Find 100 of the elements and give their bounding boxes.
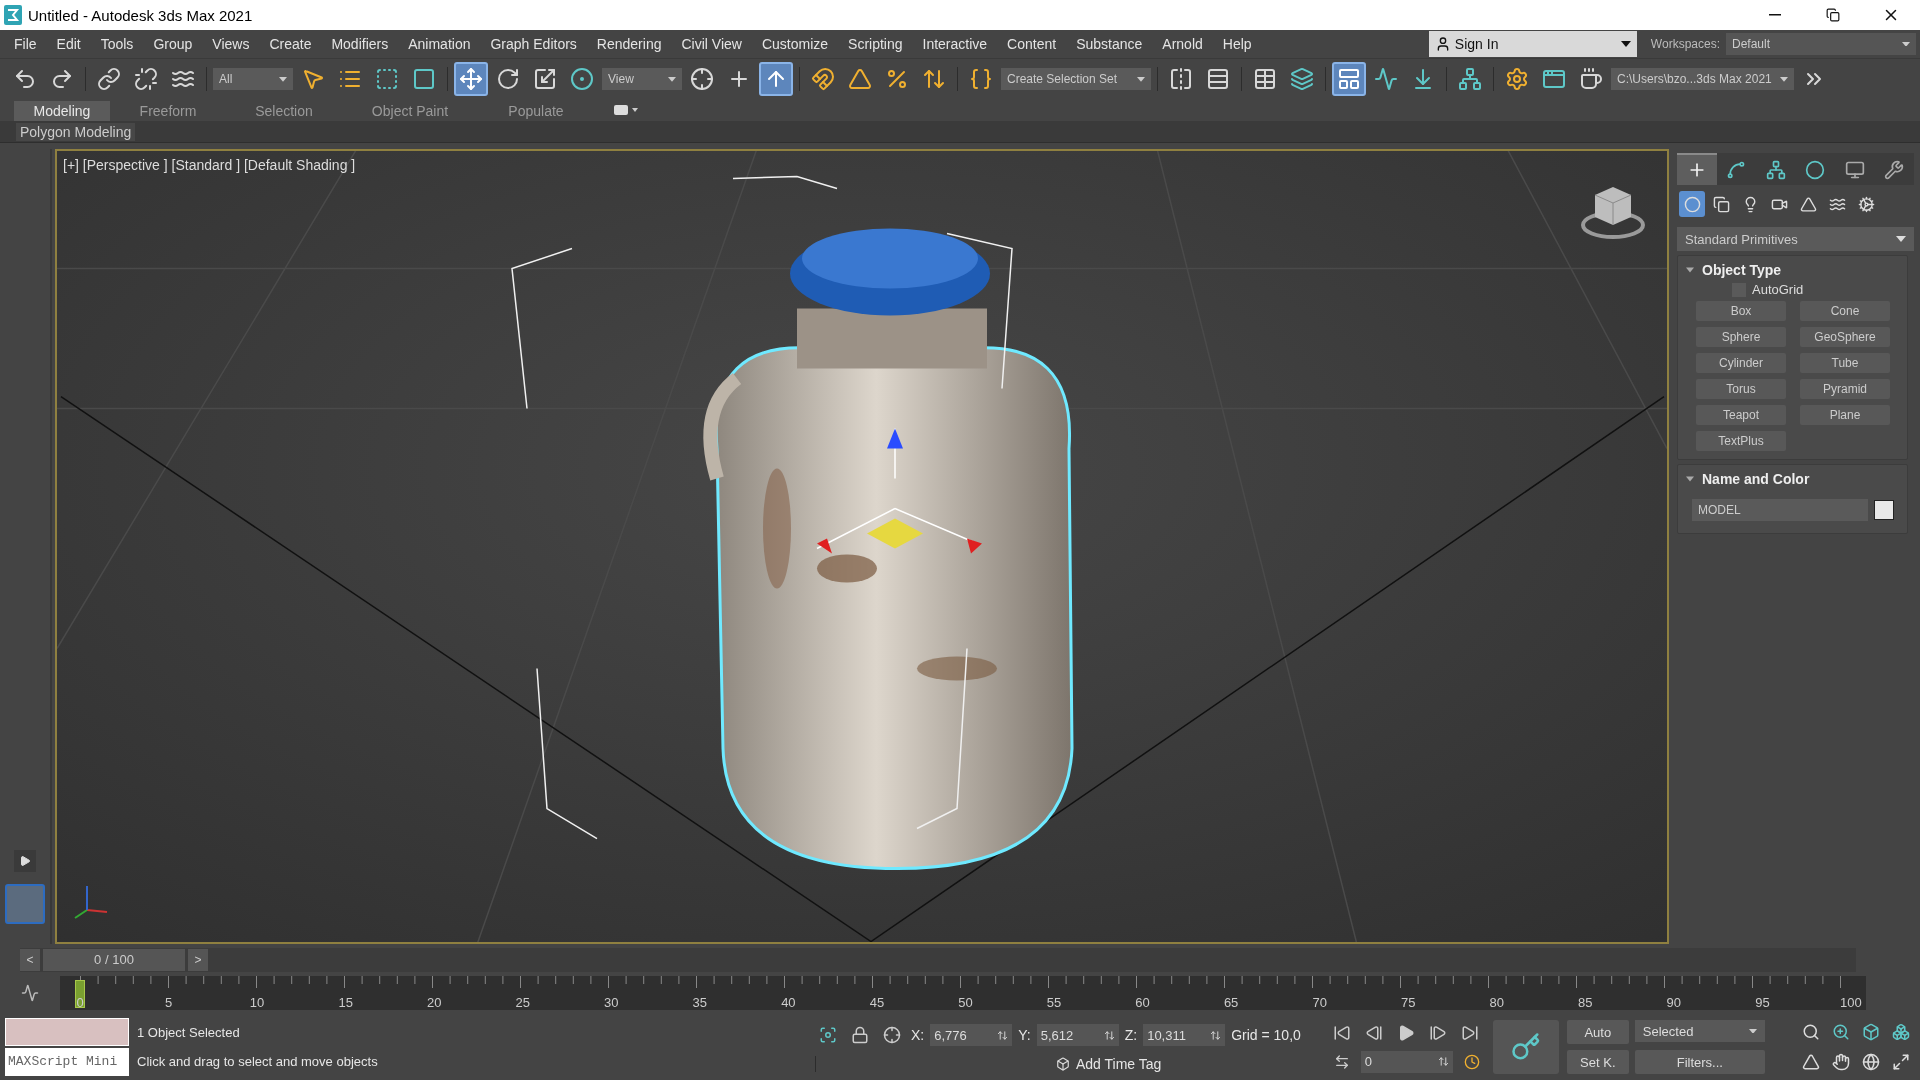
systems-icon xyxy=(1857,195,1875,213)
ribbon-tab[interactable]: Selection xyxy=(226,101,342,122)
ribbon-tab[interactable]: Populate xyxy=(478,101,594,122)
geometry-icon xyxy=(1683,195,1701,213)
set-key-button[interactable] xyxy=(1492,1020,1559,1074)
zoom-icon xyxy=(1802,1023,1820,1041)
frame-number: 35 xyxy=(691,995,709,1010)
keyboard-shortcut-button[interactable] xyxy=(759,62,793,97)
collapse-arrow-icon[interactable] xyxy=(1686,476,1694,483)
utilities-tab[interactable] xyxy=(1874,153,1914,186)
create-tab[interactable] xyxy=(1677,153,1717,186)
menu-item[interactable]: Create xyxy=(259,35,322,52)
coordinate-field[interactable]: 5,612 xyxy=(1036,1024,1119,1046)
menu-item[interactable]: Views xyxy=(202,35,260,52)
coordinate-field[interactable]: 10,311 xyxy=(1143,1024,1226,1046)
expand-button[interactable] xyxy=(14,850,36,873)
primitive-button[interactable]: Cone xyxy=(1800,301,1890,322)
frame-number: 60 xyxy=(1134,995,1151,1010)
previous-frame-button[interactable]: < xyxy=(20,949,40,972)
ribbon-tab[interactable]: Modeling xyxy=(14,101,110,122)
menu-item[interactable]: Customize xyxy=(751,35,839,52)
auto-key-button[interactable]: Auto xyxy=(1566,1020,1629,1044)
caret-icon xyxy=(1137,76,1145,82)
current-frame-marker[interactable] xyxy=(75,980,85,1009)
primitive-button[interactable]: Sphere xyxy=(1696,327,1786,348)
select-object-icon xyxy=(301,67,325,92)
menu-item[interactable]: Arnold xyxy=(1152,35,1213,52)
sign-in-dropdown[interactable]: Sign In xyxy=(1428,30,1637,57)
menu-item[interactable]: Rendering xyxy=(586,35,672,52)
place-icon xyxy=(570,67,594,92)
geometry-category-button[interactable] xyxy=(1679,191,1705,218)
frame-number: 90 xyxy=(1665,995,1683,1010)
frame-number: 55 xyxy=(1045,995,1063,1010)
menu-item[interactable]: Animation xyxy=(398,35,481,52)
object-color-swatch[interactable] xyxy=(1874,500,1894,521)
frame-number: 15 xyxy=(337,995,354,1010)
ribbon-button[interactable] xyxy=(1332,62,1366,97)
primitive-button[interactable]: TextPlus xyxy=(1696,431,1786,452)
coordinate-field[interactable]: 6,776 xyxy=(930,1024,1013,1046)
ribbon-tab[interactable]: Object Paint xyxy=(342,101,478,122)
workspaces-dropdown[interactable]: Default xyxy=(1726,32,1916,55)
key-filter-dropdown[interactable]: Selected xyxy=(1634,1020,1765,1042)
menu-item[interactable]: Tools xyxy=(90,35,144,52)
primitive-button[interactable]: Torus xyxy=(1696,379,1786,400)
menu-item[interactable]: Group xyxy=(143,35,203,52)
rotate-icon xyxy=(496,67,520,92)
primitive-button[interactable]: GeoSphere xyxy=(1800,327,1890,348)
frame-number: 10 xyxy=(248,995,266,1010)
toolbar-dropdown[interactable]: C:\Users\bzo...3ds Max 2021 xyxy=(1611,68,1794,91)
rollout-title[interactable]: Name and Color xyxy=(1702,471,1899,488)
menu-item[interactable]: Substance xyxy=(1066,35,1153,52)
pan-icon xyxy=(1832,1053,1850,1071)
move-button[interactable] xyxy=(454,62,488,97)
primitive-button[interactable]: Teapot xyxy=(1696,405,1786,426)
primitive-button[interactable]: Tube xyxy=(1800,353,1890,374)
primitive-button[interactable]: Plane xyxy=(1800,405,1890,426)
prompt-line: Click and drag to select and move objects xyxy=(137,1054,379,1069)
menu-item[interactable]: Civil View xyxy=(671,35,752,52)
next-frame-button[interactable]: > xyxy=(188,949,208,972)
key-filters-button[interactable]: Filters... xyxy=(1634,1050,1765,1074)
axis-label: X: xyxy=(911,1027,925,1043)
ribbon-panel-label[interactable]: Polygon Modeling xyxy=(16,122,136,141)
spinner-icon xyxy=(997,1029,1009,1041)
angle-snap-icon xyxy=(848,67,872,92)
modify-tab[interactable] xyxy=(1716,153,1756,186)
minimize-icon xyxy=(1769,14,1781,16)
menu-item[interactable]: Content xyxy=(997,35,1067,52)
menu-item[interactable]: Modifiers xyxy=(321,35,399,52)
menu-item[interactable]: Help xyxy=(1212,35,1262,52)
set-key-mode-button[interactable]: Set K. xyxy=(1566,1050,1629,1074)
zoom-extents-icon xyxy=(1862,1023,1880,1041)
axis-label: Y: xyxy=(1018,1027,1031,1043)
toolbar-dropdown[interactable]: View xyxy=(602,68,682,91)
current-frame-field[interactable]: 0 xyxy=(1360,1050,1453,1073)
restore-icon xyxy=(1826,8,1840,22)
ribbon-tab[interactable]: Freeform xyxy=(110,101,226,122)
go-to-end-icon xyxy=(1460,1023,1479,1042)
menu-item[interactable]: File xyxy=(4,35,47,52)
primitive-button[interactable]: Box xyxy=(1696,301,1786,322)
menu-item[interactable]: Edit xyxy=(46,35,91,52)
menu-item[interactable]: Graph Editors xyxy=(480,35,587,52)
object-name-field[interactable]: MODEL xyxy=(1692,499,1868,522)
toolbar-dropdown[interactable]: All xyxy=(213,68,293,91)
timeline-track[interactable]: 0 5 10 15 20 25 30 35 40 45 50 55 60 65 70 75 80 85 90 95 100 xyxy=(60,976,1866,1010)
primitive-button[interactable]: Cylinder xyxy=(1696,353,1786,374)
time-slider-track[interactable]: < 0 / 100 > xyxy=(20,948,1856,973)
ribbon-options-icon[interactable] xyxy=(614,103,638,118)
add-time-tag-button[interactable]: Add Time Tag xyxy=(1076,1056,1162,1072)
zoom-all-icon xyxy=(1832,1023,1850,1041)
toolbar-dropdown[interactable]: Create Selection Set xyxy=(1001,68,1151,91)
rollout-title[interactable]: Object Type xyxy=(1702,262,1899,279)
menu-item[interactable]: Scripting xyxy=(838,35,913,52)
maximize-viewport-icon xyxy=(1892,1053,1910,1071)
viewport-label[interactable]: [+] [Perspective ] [Standard ] [Default Shading ] xyxy=(63,157,356,174)
maxscript-field[interactable]: MAXScript Mini xyxy=(5,1048,129,1076)
curve-editor-icon xyxy=(1374,67,1398,92)
menu-item[interactable]: Interactive xyxy=(912,35,998,52)
primitive-button[interactable]: Pyramid xyxy=(1800,379,1890,400)
object-category-dropdown[interactable]: Standard Primitives xyxy=(1677,227,1914,252)
collapse-arrow-icon[interactable] xyxy=(1686,267,1694,274)
